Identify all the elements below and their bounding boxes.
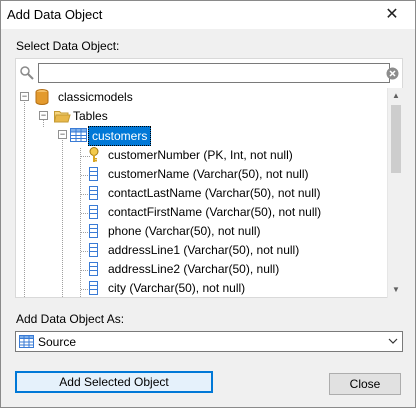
column-label: contactFirstName (Varchar(50), not null) <box>108 205 322 219</box>
selected-table-label: customers <box>88 126 152 146</box>
add-selected-object-button[interactable]: Add Selected Object <box>15 371 213 393</box>
dialog-title: Add Data Object <box>7 7 103 22</box>
column-label: customerNumber (PK, Int, not null) <box>108 148 293 162</box>
table-icon <box>19 335 34 348</box>
primary-key-icon <box>89 147 99 162</box>
collapse-icon[interactable]: − <box>39 111 48 120</box>
column-icon <box>89 167 98 181</box>
add-as-value: Source <box>38 335 77 349</box>
collapse-icon[interactable]: − <box>58 130 67 139</box>
tree-scrollbar[interactable]: ▲ ▼ <box>387 88 403 298</box>
column-label: addressLine2 (Varchar(50), null) <box>108 262 280 276</box>
column-label: customerName (Varchar(50), not null) <box>108 167 309 181</box>
column-icon <box>89 224 98 238</box>
column-icon <box>89 205 98 219</box>
scroll-up-arrow-icon[interactable]: ▲ <box>388 88 404 104</box>
folder-icon <box>54 111 71 123</box>
column-icon <box>89 262 98 276</box>
add-data-object-dialog: Add Data Object ✕ Select Data Object: − … <box>0 0 416 408</box>
scrollbar-thumb[interactable] <box>391 105 401 173</box>
select-data-object-label: Select Data Object: <box>16 39 120 53</box>
search-bar <box>15 58 403 88</box>
table-icon <box>70 128 87 142</box>
tables-folder-label: Tables <box>73 109 108 123</box>
column-label: phone (Varchar(50), not null) <box>108 224 261 238</box>
clear-search-icon[interactable] <box>386 67 399 80</box>
database-label: classicmodels <box>58 90 133 104</box>
column-icon <box>89 186 98 200</box>
column-icon <box>89 243 98 257</box>
add-as-dropdown[interactable]: Source <box>15 331 403 352</box>
chevron-down-icon[interactable] <box>387 335 399 347</box>
add-data-object-as-label: Add Data Object As: <box>16 312 125 326</box>
close-button[interactable]: Close <box>329 373 401 395</box>
column-label: city (Varchar(50), not null) <box>108 281 246 295</box>
search-icon <box>20 66 34 80</box>
database-icon <box>35 89 49 105</box>
scroll-down-arrow-icon[interactable]: ▼ <box>388 282 404 298</box>
close-window-button[interactable]: ✕ <box>377 3 407 27</box>
title-bar: Add Data Object ✕ <box>1 1 415 29</box>
column-label: contactLastName (Varchar(50), not null) <box>108 186 321 200</box>
search-input[interactable] <box>38 63 390 83</box>
collapse-icon[interactable]: − <box>20 92 29 101</box>
data-object-tree: − classicmodels − Tables − customers cus… <box>15 88 403 298</box>
column-icon <box>89 281 98 295</box>
column-label: addressLine1 (Varchar(50), not null) <box>108 243 300 257</box>
